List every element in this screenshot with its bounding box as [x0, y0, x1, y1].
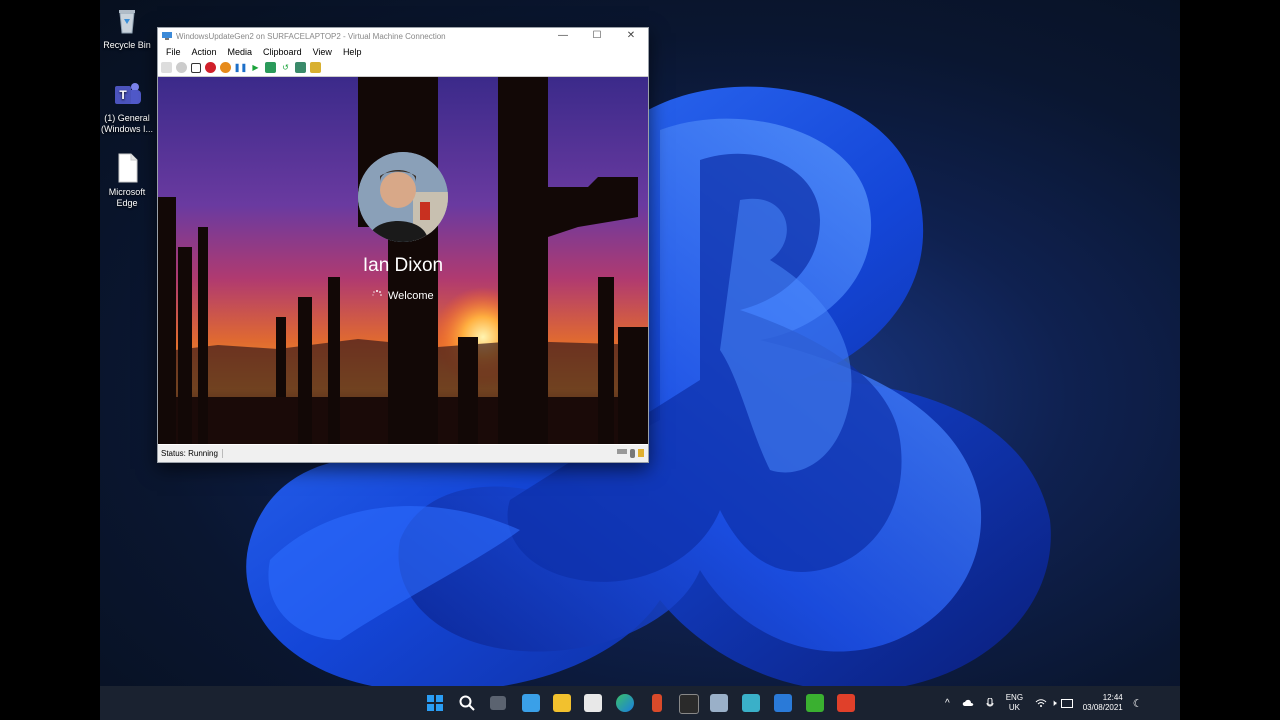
- mouse-icon: [630, 449, 635, 458]
- menu-file[interactable]: File: [166, 47, 181, 57]
- desktop-icon-label: Recycle Bin: [103, 40, 151, 50]
- desktop-icon-teams[interactable]: T (1) General (Windows I...: [100, 78, 157, 135]
- show-hidden-icons-icon[interactable]: ^: [945, 698, 950, 709]
- user-name: Ian Dixon: [362, 255, 444, 276]
- taskbar: ^ ENG UK 🕨 12:44 03/08/2021 ☾: [100, 686, 1180, 720]
- microphone-icon[interactable]: [986, 697, 994, 709]
- start-icon[interactable]: [176, 62, 187, 73]
- resume-icon[interactable]: ▶: [250, 62, 261, 73]
- share-icon[interactable]: [310, 62, 321, 73]
- battery-icon[interactable]: [1060, 698, 1073, 708]
- terminal-icon[interactable]: [679, 694, 699, 714]
- remote-desktop-icon[interactable]: [710, 694, 728, 712]
- maximize-button[interactable]: ☐: [580, 28, 614, 44]
- vm-display[interactable]: Ian Dixon Welcome: [158, 77, 648, 444]
- status-bar: Status: Running: [158, 445, 648, 462]
- volume-muted-icon[interactable]: 🕨: [1051, 698, 1057, 709]
- focus-assist-icon[interactable]: ☾: [1133, 697, 1143, 710]
- menu-action[interactable]: Action: [192, 47, 217, 57]
- onedrive-icon[interactable]: [962, 699, 974, 707]
- svg-text:T: T: [119, 88, 127, 102]
- clock-time: 12:44: [1102, 693, 1123, 702]
- hyper-v-manager-icon[interactable]: [742, 694, 760, 712]
- teams-icon: T: [111, 78, 143, 110]
- start-button-icon[interactable]: [426, 694, 444, 712]
- menu-view[interactable]: View: [313, 47, 332, 57]
- widgets-icon[interactable]: [522, 694, 540, 712]
- minimize-button[interactable]: —: [546, 28, 580, 44]
- desktop: Recycle Bin T (1) General (Windows I... …: [100, 0, 1180, 720]
- menu-media[interactable]: Media: [228, 47, 253, 57]
- language-line2: UK: [1008, 703, 1020, 712]
- desktop-icon-label: Microsoft Edge: [108, 187, 146, 208]
- vm-connection-taskbar-icon[interactable]: [774, 694, 792, 712]
- pause-icon[interactable]: ❚❚: [234, 62, 247, 73]
- system-tray: ^ ENG UK 🕨 12:44 03/08/2021 ☾: [945, 686, 1143, 720]
- menu-bar: File Action Media Clipboard View Help: [158, 44, 648, 59]
- keyboard-icon: [617, 449, 627, 454]
- edge-icon[interactable]: [616, 694, 634, 712]
- ctrl-alt-del-icon[interactable]: [161, 62, 172, 73]
- vm-connection-icon: [162, 32, 172, 40]
- menu-clipboard[interactable]: Clipboard: [263, 47, 302, 57]
- file-explorer-icon[interactable]: [553, 694, 571, 712]
- desktop-icon-edge[interactable]: Microsoft Edge: [100, 152, 157, 209]
- turn-off-icon[interactable]: [191, 62, 201, 73]
- enhanced-session-icon[interactable]: [295, 62, 306, 73]
- lock-icon: [638, 449, 644, 457]
- save-icon[interactable]: [220, 62, 231, 73]
- close-button[interactable]: ✕: [614, 28, 648, 44]
- document-icon: [111, 152, 143, 184]
- loading-spinner-icon: [372, 290, 382, 296]
- checkpoint-icon[interactable]: [265, 62, 276, 73]
- window-title: WindowsUpdateGen2 on SURFACELAPTOP2 - Vi…: [176, 31, 446, 41]
- vm-connection-window[interactable]: WindowsUpdateGen2 on SURFACELAPTOP2 - Vi…: [157, 27, 649, 463]
- clock[interactable]: 12:44 03/08/2021: [1083, 693, 1123, 713]
- desktop-icon-label: (1) General (Windows I...: [100, 113, 153, 134]
- camtasia-green-icon[interactable]: [806, 694, 824, 712]
- snip-icon[interactable]: [652, 694, 662, 712]
- search-icon[interactable]: [458, 694, 476, 712]
- store-icon[interactable]: [584, 694, 602, 712]
- task-view-icon[interactable]: [490, 696, 506, 710]
- menu-help[interactable]: Help: [343, 47, 362, 57]
- camtasia-red-icon[interactable]: [837, 694, 855, 712]
- welcome-message: Welcome: [388, 290, 434, 302]
- clock-date: 03/08/2021: [1082, 703, 1123, 712]
- language-line1: ENG: [1005, 693, 1024, 702]
- language-indicator[interactable]: ENG UK: [1006, 693, 1023, 713]
- user-avatar: [358, 152, 448, 242]
- window-titlebar[interactable]: WindowsUpdateGen2 on SURFACELAPTOP2 - Vi…: [158, 28, 648, 44]
- vm-status: Status: Running: [158, 449, 223, 458]
- vm-toolbar: ❚❚ ▶ ↺: [158, 59, 648, 77]
- revert-icon[interactable]: ↺: [280, 62, 291, 73]
- shutdown-icon[interactable]: [205, 62, 216, 73]
- wifi-icon[interactable]: [1035, 698, 1047, 708]
- desktop-icon-recycle-bin[interactable]: Recycle Bin: [100, 5, 157, 51]
- recycle-bin-icon: [111, 5, 143, 37]
